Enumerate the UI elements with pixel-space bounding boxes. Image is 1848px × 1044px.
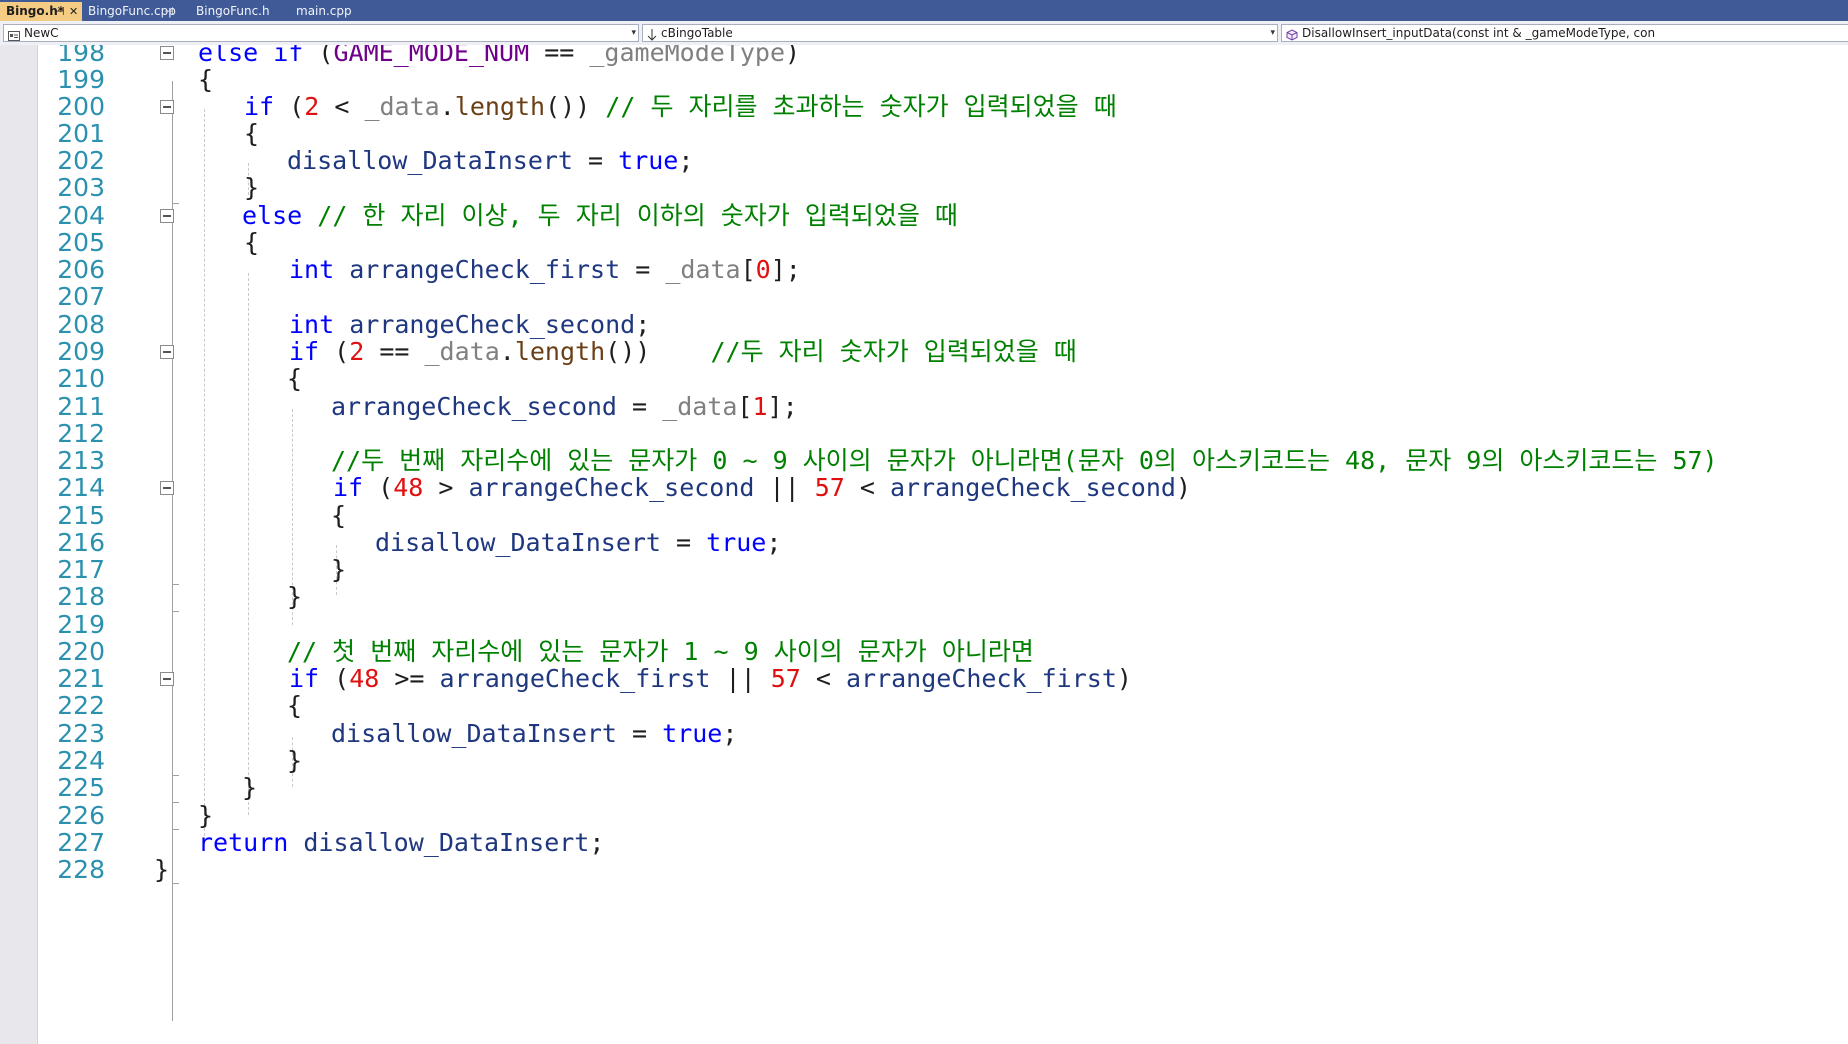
arrow-down-icon [647, 28, 657, 41]
collapse-toggle-icon[interactable] [160, 100, 174, 114]
collapse-toggle-icon[interactable] [160, 481, 174, 495]
project-label: NewC [24, 26, 59, 40]
tab-label: BingoFunc.cpp [88, 4, 176, 18]
tab-label: BingoFunc.h [196, 4, 270, 18]
tab-bingofunc-h[interactable]: BingoFunc.h [190, 2, 290, 21]
method-icon [1286, 28, 1298, 41]
scope-label: cBingoTable [661, 26, 733, 40]
document-tab-strip: Bingo.h* ⊣ ✕ BingoFunc.cpp ⊣ BingoFunc.h… [0, 0, 1848, 21]
pin-icon[interactable]: ⊣ [164, 2, 174, 21]
project-icon [8, 29, 20, 41]
collapse-toggle-icon[interactable] [160, 209, 174, 223]
chevron-down-icon[interactable]: ▾ [1270, 25, 1275, 41]
pin-icon[interactable]: ⊣ [55, 2, 65, 21]
code-editor[interactable]: 198 else if (GAME_MODE_NUM == _gameModeT… [0, 45, 1848, 1044]
navigation-bar: NewC ▾ cBingoTable ▾ DisallowInsert_inpu… [0, 21, 1848, 46]
code-line[interactable]: 228 } [0, 854, 1848, 886]
collapse-toggle-icon[interactable] [160, 345, 174, 359]
member-label: DisallowInsert_inputData(const int & _ga… [1302, 26, 1656, 40]
collapse-toggle-icon[interactable] [160, 672, 174, 686]
tab-label: main.cpp [296, 4, 352, 18]
project-dropdown[interactable]: NewC ▾ [3, 24, 639, 42]
scope-dropdown[interactable]: cBingoTable ▾ [642, 24, 1278, 42]
tab-bingo-h[interactable]: Bingo.h* ⊣ ✕ [0, 2, 82, 21]
member-dropdown[interactable]: DisallowInsert_inputData(const int & _ga… [1281, 24, 1848, 42]
line-number: 228 [57, 855, 105, 884]
code-text: } [154, 855, 170, 884]
collapse-toggle-icon[interactable] [160, 46, 174, 60]
tab-bingofunc-cpp[interactable]: BingoFunc.cpp ⊣ [82, 2, 190, 21]
chevron-down-icon[interactable]: ▾ [631, 25, 636, 41]
close-icon[interactable]: ✕ [69, 2, 78, 21]
tab-main-cpp[interactable]: main.cpp [290, 2, 374, 21]
